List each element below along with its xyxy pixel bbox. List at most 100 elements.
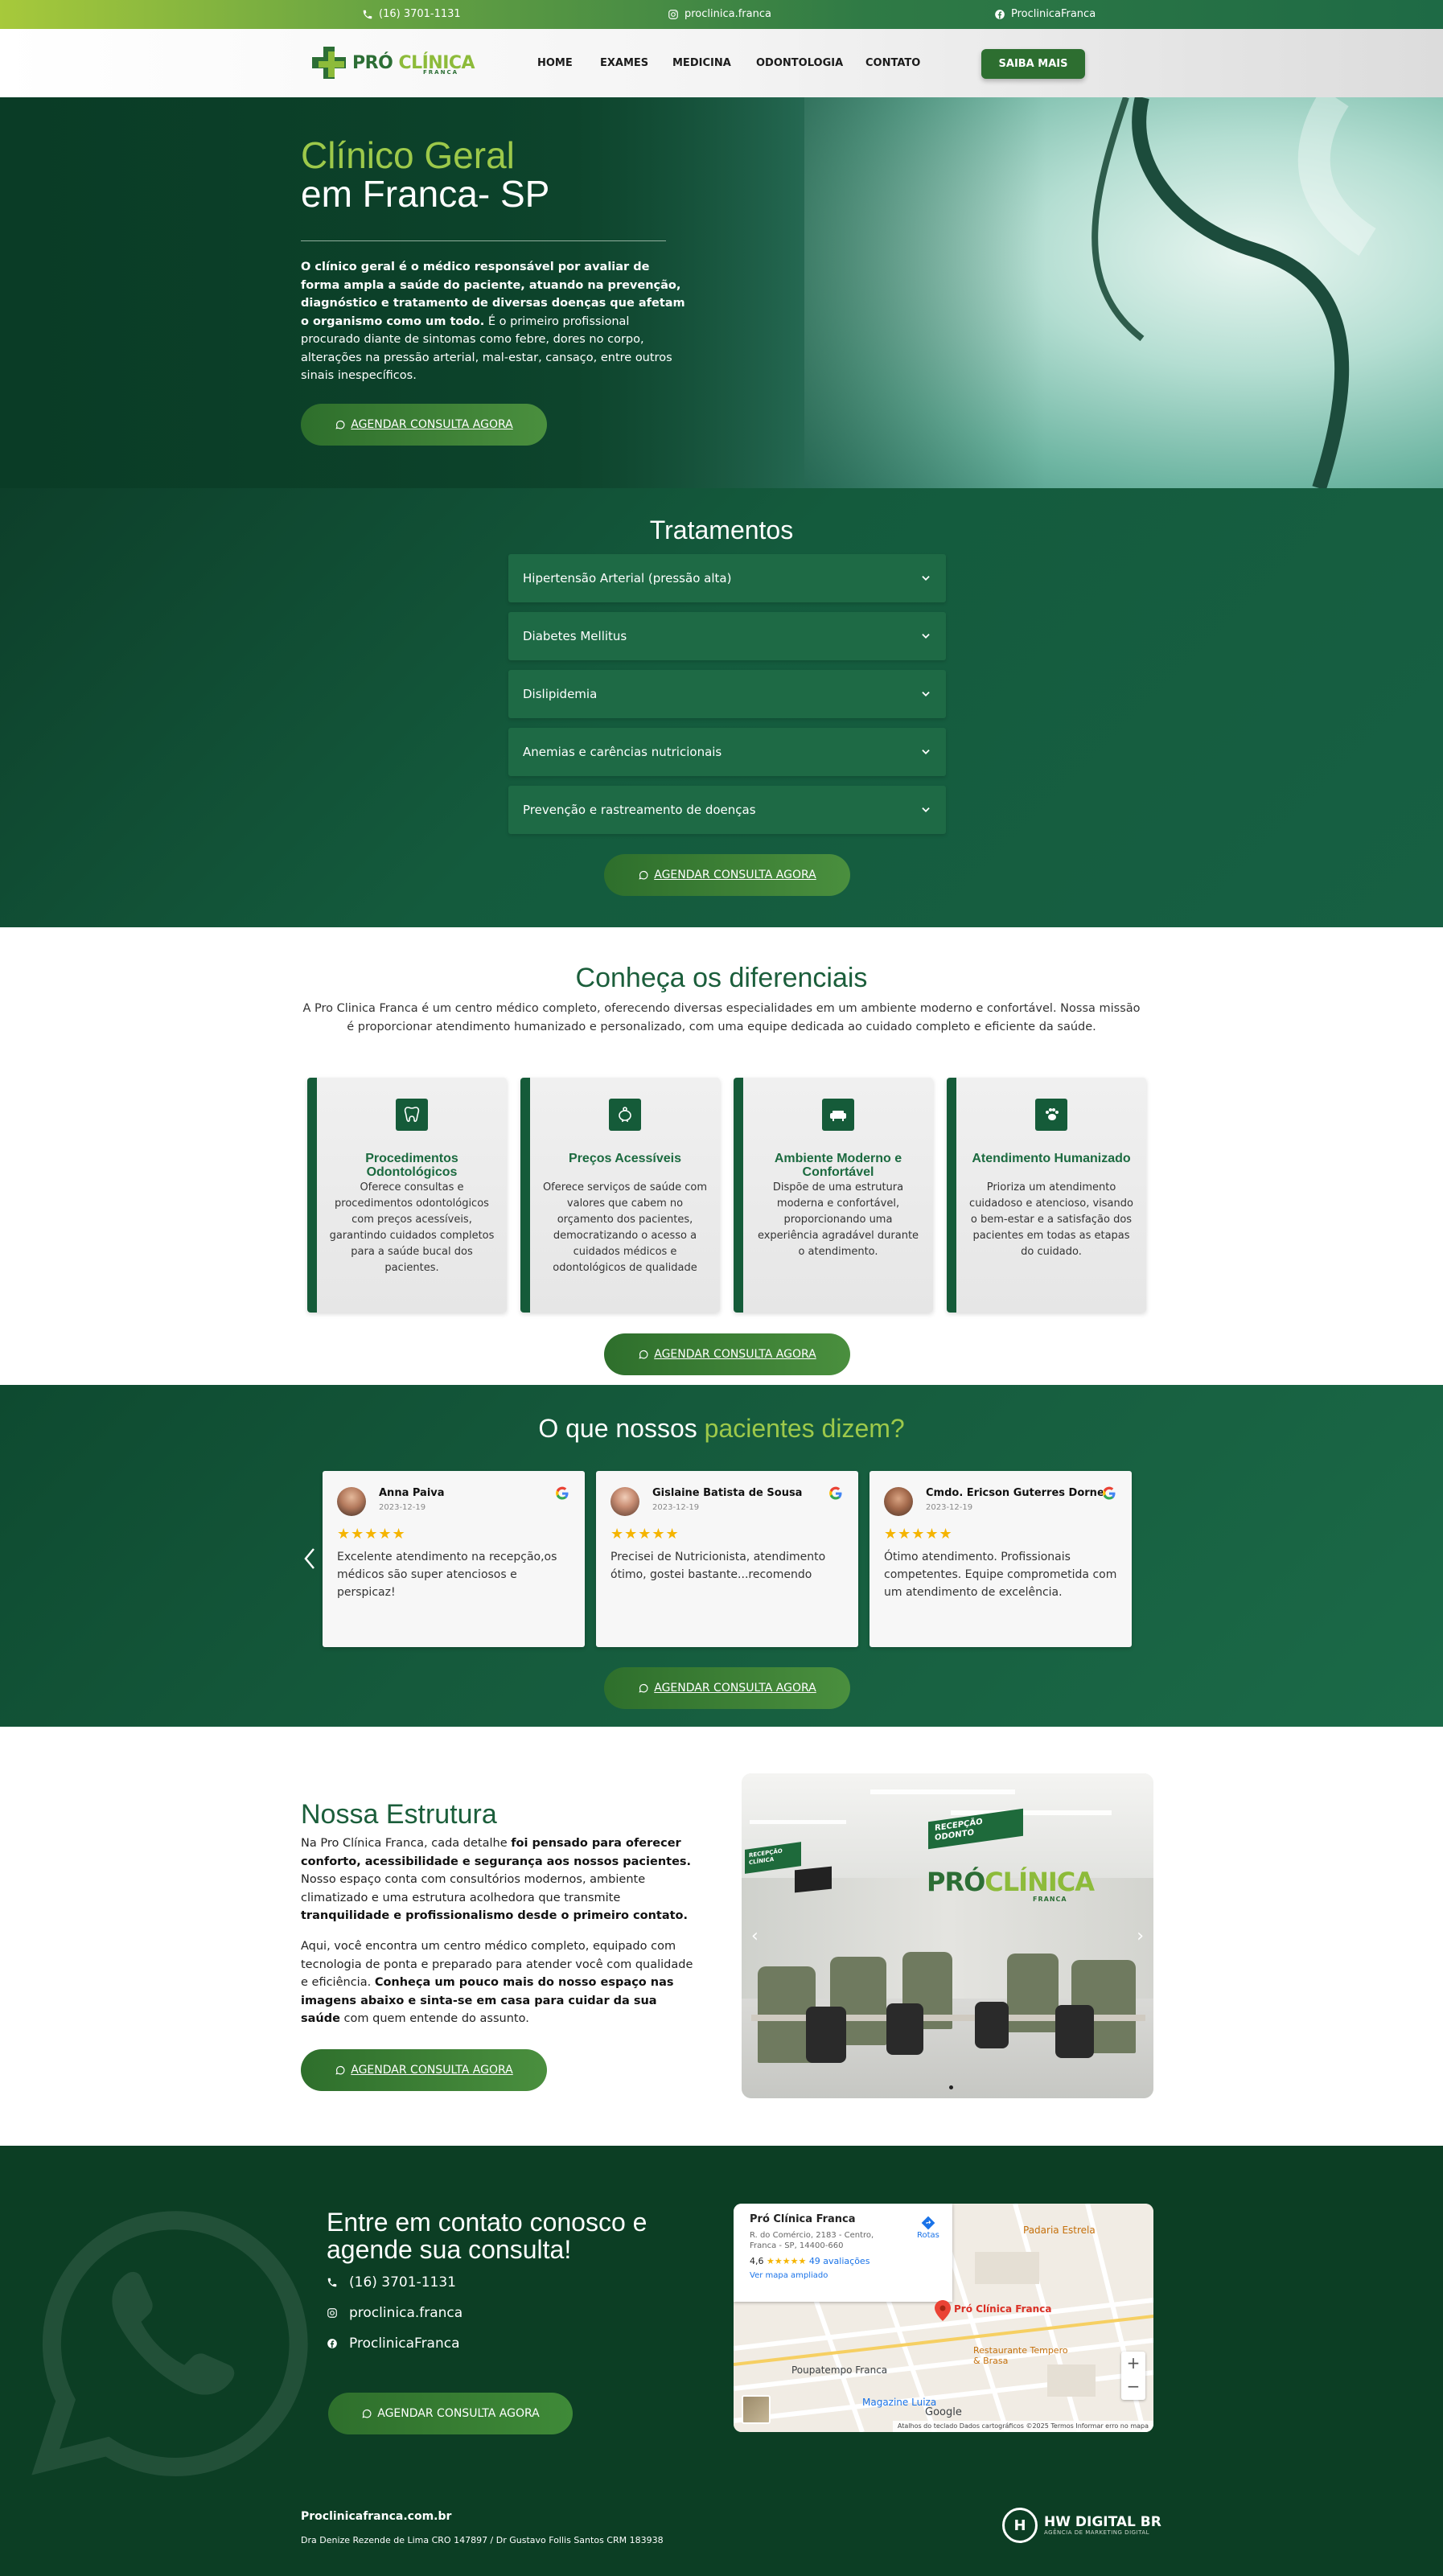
accordion-item[interactable]: Hipertensão Arterial (pressão alta) xyxy=(508,554,946,602)
contact-facebook-link[interactable]: ProclinicaFranca xyxy=(327,2336,460,2352)
chevron-down-icon xyxy=(922,807,930,812)
agency-logo[interactable]: H HW DIGITAL BR AGÊNCIA DE MARKETING DIG… xyxy=(1002,2508,1161,2543)
differential-card: Preços Acessíveis Oferece serviços de sa… xyxy=(520,1078,720,1313)
directions-button[interactable]: Rotas xyxy=(917,2215,939,2240)
contact-instagram-link[interactable]: proclinica.franca xyxy=(327,2305,462,2321)
chair xyxy=(806,2007,846,2063)
medical-cross-logo-icon xyxy=(312,47,346,79)
structure-paragraph-2: Aqui, você encontra um centro médico com… xyxy=(301,1940,693,2025)
differential-card: Procedimentos Odontológicos Oferece cons… xyxy=(307,1078,507,1313)
review-card: Anna Paiva 2023-12-19 ★★★★★ Excelente at… xyxy=(323,1471,585,1647)
hero-title: Clínico Geral em Franca- SP xyxy=(301,134,550,215)
topbar-facebook-link[interactable]: ProclinicaFranca xyxy=(994,8,1096,20)
couch-icon xyxy=(822,1099,854,1131)
google-icon xyxy=(829,1486,842,1500)
differentials-agendar-button[interactable]: AGENDAR CONSULTA AGORA xyxy=(604,1333,850,1375)
testimonials-section: O que nossos pacientes dizem? Anna Paiva… xyxy=(0,1385,1443,1727)
avatar xyxy=(610,1487,639,1516)
zoom-out-icon[interactable]: − xyxy=(1121,2375,1145,2398)
whatsapp-icon xyxy=(335,2065,345,2075)
contact-phone-link[interactable]: (16) 3701-1131 xyxy=(327,2274,456,2290)
avatar xyxy=(337,1487,366,1516)
nav-exames[interactable]: EXAMES xyxy=(600,57,648,69)
avatar xyxy=(884,1487,913,1516)
accordion-item[interactable]: Diabetes Mellitus xyxy=(508,612,946,660)
top-bar: (16) 3701-1131 proclinica.franca Proclin… xyxy=(0,0,1443,29)
whatsapp-icon xyxy=(362,2409,372,2418)
topbar-facebook: ProclinicaFranca xyxy=(1011,8,1096,20)
carousel-prev-icon[interactable]: ‹ xyxy=(751,1926,758,1946)
review-text: Excelente atendimento na recepção,os méd… xyxy=(337,1551,557,1599)
zoom-in-icon[interactable]: + xyxy=(1121,2352,1145,2375)
whatsapp-icon xyxy=(639,1350,648,1359)
review-author: Gislaine Batista de Sousa xyxy=(652,1487,803,1499)
differentials-section: Conheça os diferenciais A Pro Clinica Fr… xyxy=(0,927,1443,1385)
accordion-item[interactable]: Dislipidemia xyxy=(508,670,946,718)
hero-description: O clínico geral é o médico responsável p… xyxy=(301,261,685,382)
google-icon xyxy=(1103,1486,1116,1500)
google-map[interactable]: Pró Clínica Franca R. do Comércio, 2183 … xyxy=(734,2204,1153,2432)
map-zoom-control[interactable]: + − xyxy=(1121,2352,1145,2400)
footer-doctors: Dra Denize Rezende de Lima CRO 147897 / … xyxy=(301,2535,664,2545)
wall-logo-sub: FRANCA xyxy=(1033,1896,1067,1903)
topbar-phone-link[interactable]: (16) 3701-1131 xyxy=(362,8,461,20)
topbar-phone: (16) 3701-1131 xyxy=(379,8,461,20)
review-card: Cmdo. Ericson Guterres Dorne... 2023-12-… xyxy=(870,1471,1132,1647)
rating-stars: ★★★★★ xyxy=(337,1526,406,1543)
instagram-icon xyxy=(668,9,678,19)
map-poi-label: Restaurante Tempero & Brasa xyxy=(973,2345,1068,2366)
review-date: 2023-12-19 xyxy=(652,1503,700,1512)
paw-icon xyxy=(1035,1099,1067,1131)
treatments-section: Tratamentos Hipertensão Arterial (pressã… xyxy=(0,488,1443,927)
whatsapp-watermark-icon xyxy=(31,2211,308,2476)
structure-section: Nossa Estrutura Na Pro Clínica Franca, c… xyxy=(0,1727,1443,2146)
chair xyxy=(886,2003,923,2055)
clinic-photo-carousel[interactable]: RECEPÇÃO ODONTO RECEPÇÃO CLÍNICA PRÓCLÍN… xyxy=(742,1773,1153,2098)
chevron-down-icon xyxy=(922,692,930,696)
treatments-title: Tratamentos xyxy=(649,516,794,544)
phone-icon xyxy=(327,2278,337,2287)
map-pin-label: Pró Clínica Franca xyxy=(954,2303,1052,2315)
contact-agendar-button[interactable]: AGENDAR CONSULTA AGORA xyxy=(328,2393,573,2434)
tooth-icon xyxy=(396,1099,428,1131)
chevron-down-icon xyxy=(922,634,930,639)
ceiling-light xyxy=(750,1820,846,1824)
testimonials-agendar-button[interactable]: AGENDAR CONSULTA AGORA xyxy=(604,1667,850,1709)
site-logo[interactable]: PRÓ CLÍNICA FRANCA xyxy=(310,45,475,80)
ceiling-light xyxy=(870,1789,1015,1794)
accordion-item[interactable]: Prevenção e rastreamento de doenças xyxy=(508,786,946,834)
carousel-dot[interactable] xyxy=(949,2085,953,2089)
nav-contato[interactable]: CONTATO xyxy=(865,57,920,69)
review-author: Anna Paiva xyxy=(379,1487,445,1499)
carousel-next-icon[interactable]: › xyxy=(1137,1926,1144,1946)
footer-site[interactable]: Proclinicafranca.com.br xyxy=(301,2510,451,2523)
structure-agendar-button[interactable]: AGENDAR CONSULTA AGORA xyxy=(301,2049,547,2091)
differential-card: Ambiente Moderno e Confortável Dispõe de… xyxy=(734,1078,933,1313)
map-poi-label: Padaria Estrela xyxy=(1023,2225,1096,2236)
accordion-item[interactable]: Anemias e carências nutricionais xyxy=(508,728,946,776)
nav-home[interactable]: HOME xyxy=(537,57,573,69)
directions-icon xyxy=(921,2216,935,2230)
piggy-bank-icon xyxy=(609,1099,641,1131)
google-icon xyxy=(556,1486,569,1500)
tv-screen xyxy=(795,1866,832,1893)
whatsapp-icon xyxy=(639,870,648,880)
topbar-instagram-link[interactable]: proclinica.franca xyxy=(668,8,771,20)
site-header: PRÓ CLÍNICA FRANCA HOME EXAMES MEDICINA … xyxy=(0,29,1443,97)
logo-subtext: FRANCA xyxy=(423,69,459,76)
map-satellite-toggle[interactable] xyxy=(742,2395,771,2424)
saiba-mais-button[interactable]: SAIBA MAIS xyxy=(981,49,1085,79)
hero-agendar-button[interactable]: AGENDAR CONSULTA AGORA xyxy=(301,404,547,446)
treatments-agendar-button[interactable]: AGENDAR CONSULTA AGORA xyxy=(604,854,850,896)
map-reviews-link[interactable]: 49 avaliações xyxy=(809,2256,870,2266)
carousel-prev-arrow-icon[interactable] xyxy=(302,1547,318,1571)
review-text: Ótimo atendimento. Profissionais compete… xyxy=(884,1551,1117,1599)
map-pin-icon[interactable] xyxy=(935,2300,951,2321)
map-enlarge-link[interactable]: Ver mapa ampliado xyxy=(750,2271,936,2280)
nav-odontologia[interactable]: ODONTOLOGIA xyxy=(756,57,843,69)
nav-medicina[interactable]: MEDICINA xyxy=(672,57,731,69)
hero-divider xyxy=(301,240,666,241)
contact-section: Entre em contato conosco e agende sua co… xyxy=(0,2146,1443,2576)
phone-icon xyxy=(363,10,372,18)
contact-title: Entre em contato conosco e agende sua co… xyxy=(327,2208,648,2264)
